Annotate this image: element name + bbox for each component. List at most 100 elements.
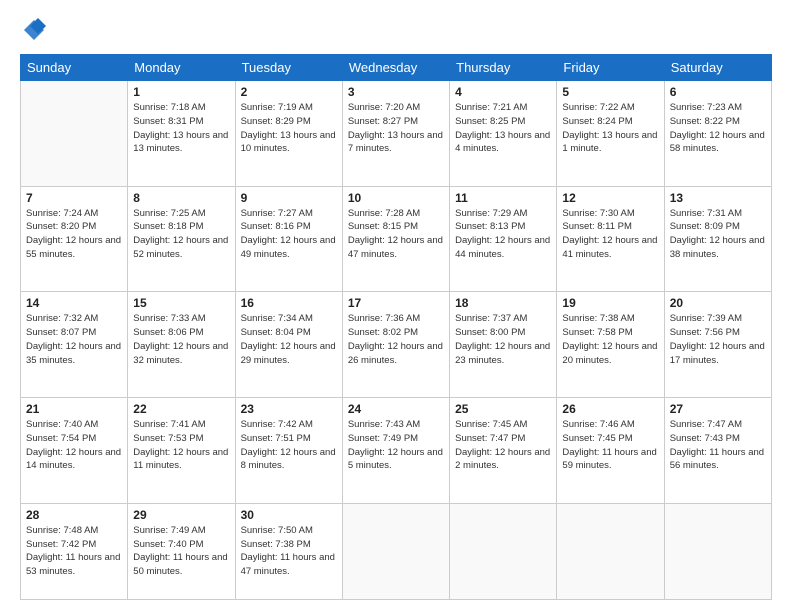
day-number: 26 — [562, 402, 658, 416]
logo — [20, 16, 52, 44]
calendar-cell: 21Sunrise: 7:40 AMSunset: 7:54 PMDayligh… — [21, 398, 128, 504]
calendar-page: SundayMondayTuesdayWednesdayThursdayFrid… — [0, 0, 792, 612]
day-number: 23 — [241, 402, 337, 416]
calendar-cell: 27 Sunrise: 7:47 AMSunset: 7:43 PMDayligh… — [664, 398, 771, 504]
calendar-cell: 1 Sunrise: 7:18 AMSunset: 8:31 PMDaylight… — [128, 81, 235, 187]
calendar-cell: 17Sunrise: 7:36 AMSunset: 8:02 PMDayligh… — [342, 292, 449, 398]
calendar-cell: 13 Sunrise: 7:31 AMSunset: 8:09 PMDayligh… — [664, 186, 771, 292]
day-number: 1 — [133, 85, 229, 99]
day-header-sunday: Sunday — [21, 55, 128, 81]
day-number: 7 — [26, 191, 122, 205]
sun-info: Sunrise: 7:49 AMSunset: 7:40 PMDaylight:… — [133, 524, 229, 579]
day-number: 21 — [26, 402, 122, 416]
day-header-friday: Friday — [557, 55, 664, 81]
day-header-wednesday: Wednesday — [342, 55, 449, 81]
calendar-cell: 25 Sunrise: 7:45 AMSunset: 7:47 PMDayligh… — [450, 398, 557, 504]
sun-info: Sunrise: 7:50 AMSunset: 7:38 PMDaylight:… — [241, 524, 337, 579]
day-number: 13 — [670, 191, 766, 205]
sun-info: Sunrise: 7:24 AMSunset: 8:20 PMDaylight:… — [26, 207, 122, 262]
sun-info: Sunrise: 7:36 AMSunset: 8:02 PMDaylight:… — [348, 312, 444, 367]
calendar-cell: 12Sunrise: 7:30 AMSunset: 8:11 PMDayligh… — [557, 186, 664, 292]
calendar-week-row: 1 Sunrise: 7:18 AMSunset: 8:31 PMDaylight… — [21, 81, 772, 187]
calendar-cell — [557, 503, 664, 599]
calendar-cell: 20Sunrise: 7:39 AMSunset: 7:56 PMDayligh… — [664, 292, 771, 398]
day-number: 6 — [670, 85, 766, 99]
calendar-cell: 7 Sunrise: 7:24 AMSunset: 8:20 PMDaylight… — [21, 186, 128, 292]
sun-info: Sunrise: 7:41 AMSunset: 7:53 PMDaylight:… — [133, 418, 229, 473]
calendar-cell — [450, 503, 557, 599]
day-number: 4 — [455, 85, 551, 99]
calendar-cell: 15 Sunrise: 7:33 AMSunset: 8:06 PMDayligh… — [128, 292, 235, 398]
day-number: 8 — [133, 191, 229, 205]
calendar-cell — [342, 503, 449, 599]
sun-info: Sunrise: 7:33 AMSunset: 8:06 PMDaylight:… — [133, 312, 229, 367]
calendar-cell: 2 Sunrise: 7:19 AMSunset: 8:29 PMDaylight… — [235, 81, 342, 187]
calendar-cell: 16Sunrise: 7:34 AMSunset: 8:04 PMDayligh… — [235, 292, 342, 398]
sun-info: Sunrise: 7:39 AMSunset: 7:56 PMDaylight:… — [670, 312, 766, 367]
day-number: 29 — [133, 508, 229, 522]
calendar-cell: 18 Sunrise: 7:37 AMSunset: 8:00 PMDayligh… — [450, 292, 557, 398]
day-header-tuesday: Tuesday — [235, 55, 342, 81]
day-number: 27 — [670, 402, 766, 416]
day-number: 22 — [133, 402, 229, 416]
day-number: 28 — [26, 508, 122, 522]
day-number: 25 — [455, 402, 551, 416]
calendar-cell: 23 Sunrise: 7:42 AMSunset: 7:51 PMDayligh… — [235, 398, 342, 504]
day-number: 30 — [241, 508, 337, 522]
calendar-cell: 24 Sunrise: 7:43 AMSunset: 7:49 PMDayligh… — [342, 398, 449, 504]
day-number: 2 — [241, 85, 337, 99]
sun-info: Sunrise: 7:29 AMSunset: 8:13 PMDaylight:… — [455, 207, 551, 262]
calendar-header-row: SundayMondayTuesdayWednesdayThursdayFrid… — [21, 55, 772, 81]
sun-info: Sunrise: 7:34 AMSunset: 8:04 PMDaylight:… — [241, 312, 337, 367]
logo-icon — [20, 16, 48, 44]
day-number: 3 — [348, 85, 444, 99]
sun-info: Sunrise: 7:20 AMSunset: 8:27 PMDaylight:… — [348, 101, 444, 156]
calendar-week-row: 28Sunrise: 7:48 AMSunset: 7:42 PMDayligh… — [21, 503, 772, 599]
calendar-cell: 8 Sunrise: 7:25 AMSunset: 8:18 PMDaylight… — [128, 186, 235, 292]
calendar-cell: 28Sunrise: 7:48 AMSunset: 7:42 PMDayligh… — [21, 503, 128, 599]
calendar-cell — [21, 81, 128, 187]
day-number: 14 — [26, 296, 122, 310]
sun-info: Sunrise: 7:45 AMSunset: 7:47 PMDaylight:… — [455, 418, 551, 473]
calendar-cell: 29 Sunrise: 7:49 AMSunset: 7:40 PMDayligh… — [128, 503, 235, 599]
sun-info: Sunrise: 7:21 AMSunset: 8:25 PMDaylight:… — [455, 101, 551, 156]
sun-info: Sunrise: 7:43 AMSunset: 7:49 PMDaylight:… — [348, 418, 444, 473]
day-number: 18 — [455, 296, 551, 310]
sun-info: Sunrise: 7:37 AMSunset: 8:00 PMDaylight:… — [455, 312, 551, 367]
sun-info: Sunrise: 7:38 AMSunset: 7:58 PMDaylight:… — [562, 312, 658, 367]
sun-info: Sunrise: 7:23 AMSunset: 8:22 PMDaylight:… — [670, 101, 766, 156]
sun-info: Sunrise: 7:25 AMSunset: 8:18 PMDaylight:… — [133, 207, 229, 262]
calendar-cell: 6 Sunrise: 7:23 AMSunset: 8:22 PMDaylight… — [664, 81, 771, 187]
calendar-cell: 22 Sunrise: 7:41 AMSunset: 7:53 PMDayligh… — [128, 398, 235, 504]
calendar-cell: 26 Sunrise: 7:46 AMSunset: 7:45 PMDayligh… — [557, 398, 664, 504]
sun-info: Sunrise: 7:47 AMSunset: 7:43 PMDaylight:… — [670, 418, 766, 473]
calendar-week-row: 7 Sunrise: 7:24 AMSunset: 8:20 PMDaylight… — [21, 186, 772, 292]
calendar-cell: 4 Sunrise: 7:21 AMSunset: 8:25 PMDaylight… — [450, 81, 557, 187]
day-header-saturday: Saturday — [664, 55, 771, 81]
day-number: 10 — [348, 191, 444, 205]
sun-info: Sunrise: 7:27 AMSunset: 8:16 PMDaylight:… — [241, 207, 337, 262]
calendar-cell: 5Sunrise: 7:22 AMSunset: 8:24 PMDaylight… — [557, 81, 664, 187]
day-number: 19 — [562, 296, 658, 310]
calendar-week-row: 21Sunrise: 7:40 AMSunset: 7:54 PMDayligh… — [21, 398, 772, 504]
day-header-thursday: Thursday — [450, 55, 557, 81]
calendar-cell: 14Sunrise: 7:32 AMSunset: 8:07 PMDayligh… — [21, 292, 128, 398]
calendar-table: SundayMondayTuesdayWednesdayThursdayFrid… — [20, 54, 772, 600]
sun-info: Sunrise: 7:19 AMSunset: 8:29 PMDaylight:… — [241, 101, 337, 156]
sun-info: Sunrise: 7:28 AMSunset: 8:15 PMDaylight:… — [348, 207, 444, 262]
day-number: 9 — [241, 191, 337, 205]
header — [20, 16, 772, 44]
calendar-cell: 30 Sunrise: 7:50 AMSunset: 7:38 PMDayligh… — [235, 503, 342, 599]
sun-info: Sunrise: 7:42 AMSunset: 7:51 PMDaylight:… — [241, 418, 337, 473]
calendar-week-row: 14Sunrise: 7:32 AMSunset: 8:07 PMDayligh… — [21, 292, 772, 398]
sun-info: Sunrise: 7:22 AMSunset: 8:24 PMDaylight:… — [562, 101, 658, 156]
sun-info: Sunrise: 7:46 AMSunset: 7:45 PMDaylight:… — [562, 418, 658, 473]
day-header-monday: Monday — [128, 55, 235, 81]
sun-info: Sunrise: 7:18 AMSunset: 8:31 PMDaylight:… — [133, 101, 229, 156]
calendar-cell — [664, 503, 771, 599]
calendar-cell: 3 Sunrise: 7:20 AMSunset: 8:27 PMDaylight… — [342, 81, 449, 187]
sun-info: Sunrise: 7:31 AMSunset: 8:09 PMDaylight:… — [670, 207, 766, 262]
day-number: 24 — [348, 402, 444, 416]
day-number: 15 — [133, 296, 229, 310]
day-number: 11 — [455, 191, 551, 205]
